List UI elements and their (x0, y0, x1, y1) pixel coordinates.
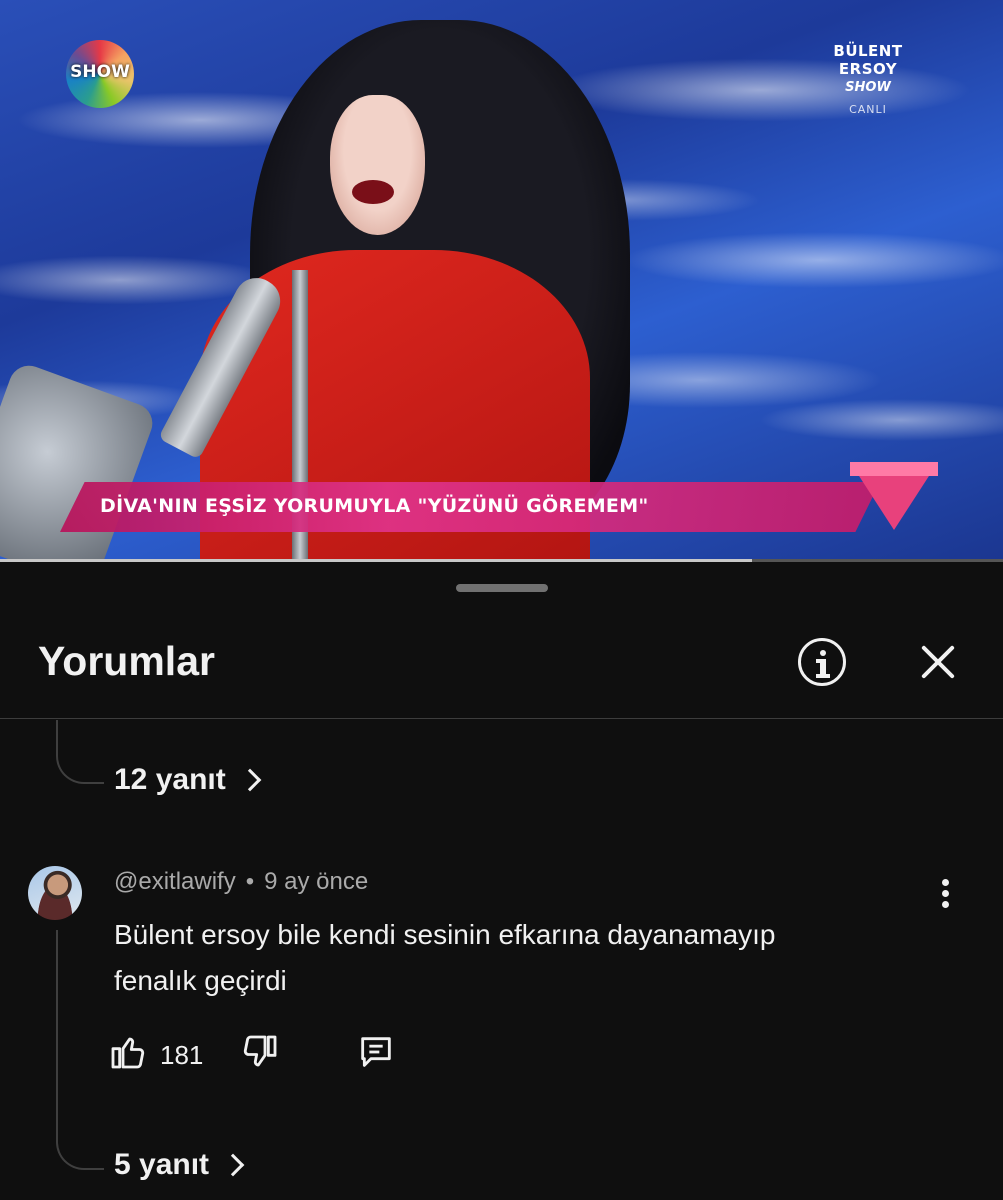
singer-face (330, 95, 425, 235)
avatar[interactable] (28, 866, 82, 920)
ticker-text: DİVA'NIN EŞSİZ YORUMUYLA "YÜZÜNÜ GÖREMEM… (100, 495, 649, 517)
comment-time: 9 ay önce (264, 868, 369, 895)
info-icon-foot (816, 674, 830, 678)
sheet-drag-handle[interactable] (456, 584, 548, 592)
comment-meta: @exitlawify • 9 ay önce (114, 868, 368, 896)
info-icon[interactable] (798, 638, 846, 686)
gem-top (850, 462, 938, 476)
like-count: 181 (160, 1040, 204, 1070)
replies-count-label: 5 yanıt (114, 1148, 210, 1181)
thread-connector (56, 930, 104, 1170)
replies-count-label: 12 yanıt (114, 763, 226, 796)
chevron-right-icon (238, 768, 262, 792)
video-player[interactable]: SHOW BÜLENT ERSOY SHOW CANLI DİVA'NIN EŞ… (0, 0, 1003, 562)
comment-text: Bülent ersoy bile kendi sesinin efkarına… (114, 912, 934, 1004)
show-tag-line1: BÜLENT ERSOY (833, 42, 903, 78)
more-icon[interactable] (942, 879, 950, 911)
channel-logo-text: SHOW (70, 62, 130, 82)
meta-separator: • (245, 868, 255, 895)
show-tag-line2: SHOW (845, 80, 891, 95)
view-replies-button[interactable]: 5 yanıt (114, 1148, 245, 1182)
singer-mouth (352, 180, 394, 204)
comment-text-line2: fenalık geçirdi (114, 965, 287, 996)
comment-text-line1: Bülent ersoy bile kendi sesinin efkarına… (114, 919, 776, 950)
video-progress-fill (0, 559, 753, 562)
like-icon[interactable] (108, 1032, 148, 1072)
reply-icon[interactable] (356, 1032, 396, 1072)
close-icon[interactable] (912, 636, 964, 688)
show-tag-live: CANLI (849, 103, 887, 116)
view-replies-button[interactable]: 12 yanıt (114, 763, 262, 797)
header-divider (0, 718, 1003, 719)
channel-logo: SHOW (66, 40, 134, 108)
comments-sheet: Yorumlar 12 yanıt @exitlawify • 9 ay önce … (0, 566, 1003, 1200)
info-icon-dot (820, 650, 826, 656)
video-progress-bar[interactable] (0, 559, 1003, 562)
show-tag: BÜLENT ERSOY SHOW CANLI (803, 42, 933, 116)
dislike-icon[interactable] (240, 1032, 280, 1072)
thread-connector (56, 720, 104, 784)
comments-title: Yorumlar (38, 638, 215, 684)
comment-author[interactable]: @exitlawify (114, 868, 236, 895)
chevron-right-icon (221, 1153, 245, 1177)
